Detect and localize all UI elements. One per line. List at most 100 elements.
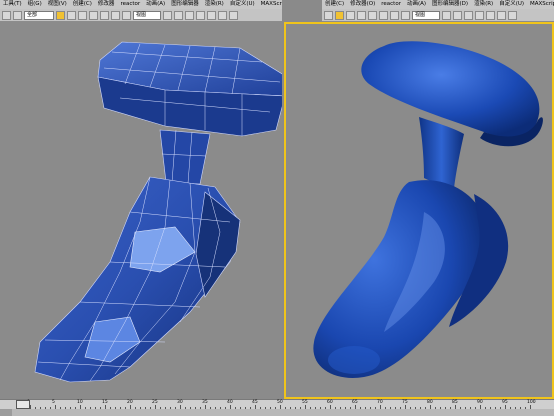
menu-item-reactor[interactable]: reactor [117,0,143,9]
timeline-tick [260,407,261,409]
timeline-tick [265,407,266,409]
timeline-tick [345,407,346,409]
timeline-tick [220,407,221,409]
timeline-tick [230,405,231,409]
manipulate-icon[interactable] [453,10,462,20]
timeline-tick [390,407,391,409]
align-icon[interactable] [508,10,517,20]
timeline-tick [455,405,456,409]
timeline-tick [245,407,246,409]
left-main-toolbar: 全部 视图 [0,9,282,22]
timeline-tick [280,405,281,409]
redo-icon[interactable] [13,10,22,20]
rect-selection-icon[interactable] [78,10,87,20]
timeline-tick [350,407,351,409]
menu-item-graph-editors[interactable]: 图形编辑器 [168,0,202,9]
align-icon[interactable] [229,10,238,20]
angle-snap-icon[interactable] [475,10,484,20]
menu-item-create[interactable]: 创建(C) [70,0,95,9]
rotate-icon[interactable] [111,10,120,20]
manipulate-icon[interactable] [174,10,183,20]
frame-label: 95 [502,400,508,405]
mirror-icon[interactable] [218,10,227,20]
menu-item-create[interactable]: 创建(C) [322,0,347,9]
window-crossing-icon[interactable] [368,10,377,20]
rotate-icon[interactable] [390,10,399,20]
menu-item-modifiers[interactable]: 修改器 [95,0,118,9]
undo-icon[interactable] [2,10,11,20]
frame-label: 50 [277,400,283,405]
scale-icon[interactable] [401,10,410,20]
reference-coord-dropdown[interactable]: 视图 [133,10,161,20]
timeline-tick [195,407,196,409]
smoothed-armrest-model[interactable] [284,22,554,399]
timeline-tick [405,405,406,409]
timeline-tick [35,407,36,409]
move-icon[interactable] [379,10,388,20]
frame-label: 25 [152,400,158,405]
select-icon[interactable] [324,10,333,20]
select-object-icon[interactable] [56,10,65,20]
menu-item-graph-editors[interactable]: 图形编辑器(D) [429,0,471,9]
select-by-name-icon[interactable] [346,10,355,20]
scroll-left-button[interactable] [0,409,12,416]
move-icon[interactable] [100,10,109,20]
menu-item-rendering[interactable]: 渲染(R) [202,0,227,9]
scale-icon[interactable] [122,10,131,20]
timeline-tick [415,407,416,409]
snap-toggle-icon[interactable] [464,10,473,20]
time-ruler[interactable]: 0510152025303540455055606570758085909510… [0,400,554,409]
right-perspective-viewport[interactable] [284,22,554,399]
pivot-center-icon[interactable] [163,10,172,20]
selection-filter-dropdown[interactable]: 全部 [24,10,54,20]
timeline-tick [360,407,361,409]
timeline-tick [325,407,326,409]
pivot-center-icon[interactable] [442,10,451,20]
menu-item-group[interactable]: 组(G) [25,0,45,9]
menu-item-maxscript[interactable]: MAXScript(M) [527,0,554,9]
reference-coord-dropdown[interactable]: 视图 [412,10,440,20]
max-workspace: 工具(T) 组(G) 视图(V) 创建(C) 修改器 reactor 动画(A)… [0,0,554,416]
select-by-name-icon[interactable] [67,10,76,20]
rect-selection-icon[interactable] [357,10,366,20]
snap-toggle-icon[interactable] [185,10,194,20]
mirror-icon[interactable] [497,10,506,20]
timeline-tick [150,407,151,409]
timeline-tick [400,407,401,409]
timeline-tick [190,407,191,409]
frame-label: 70 [377,400,383,405]
timeline-tick [255,405,256,409]
time-slider-knob[interactable] [16,400,30,409]
timeline-tick [60,407,61,409]
timeline-tick [30,405,31,409]
lowpoly-armrest-model[interactable] [0,22,293,399]
select-object-icon[interactable] [335,10,344,20]
timeline-tick [145,407,146,409]
window-crossing-icon[interactable] [89,10,98,20]
timeline-tick [130,405,131,409]
percent-snap-icon[interactable] [486,10,495,20]
menu-item-views[interactable]: 视图(V) [45,0,70,9]
menu-item-customize[interactable]: 自定义(U) [496,0,527,9]
menu-item-modifiers[interactable]: 修改器(O) [347,0,378,9]
menu-item-maxscript[interactable]: MAXScript(M) [258,0,282,9]
frame-label: 65 [352,400,358,405]
timeline-tick [200,407,201,409]
angle-snap-icon[interactable] [196,10,205,20]
timeline-bar: 0510152025303540455055606570758085909510… [0,399,554,416]
menu-item-customize[interactable]: 自定义(U) [227,0,258,9]
timeline-tick [125,407,126,409]
frame-label: 40 [227,400,233,405]
menu-item-rendering[interactable]: 渲染(R) [471,0,496,9]
timeline-tick [275,407,276,409]
menu-item-animation[interactable]: 动画(A) [143,0,168,9]
percent-snap-icon[interactable] [207,10,216,20]
menu-item-tools[interactable]: 工具(T) [0,0,25,9]
timeline-tick [110,407,111,409]
left-perspective-viewport[interactable] [0,22,293,399]
frame-label: 45 [252,400,258,405]
timeline-tick [235,407,236,409]
menu-item-reactor[interactable]: reactor [378,0,404,9]
menu-item-animation[interactable]: 动画(A) [404,0,429,9]
timeline-tick [155,405,156,409]
